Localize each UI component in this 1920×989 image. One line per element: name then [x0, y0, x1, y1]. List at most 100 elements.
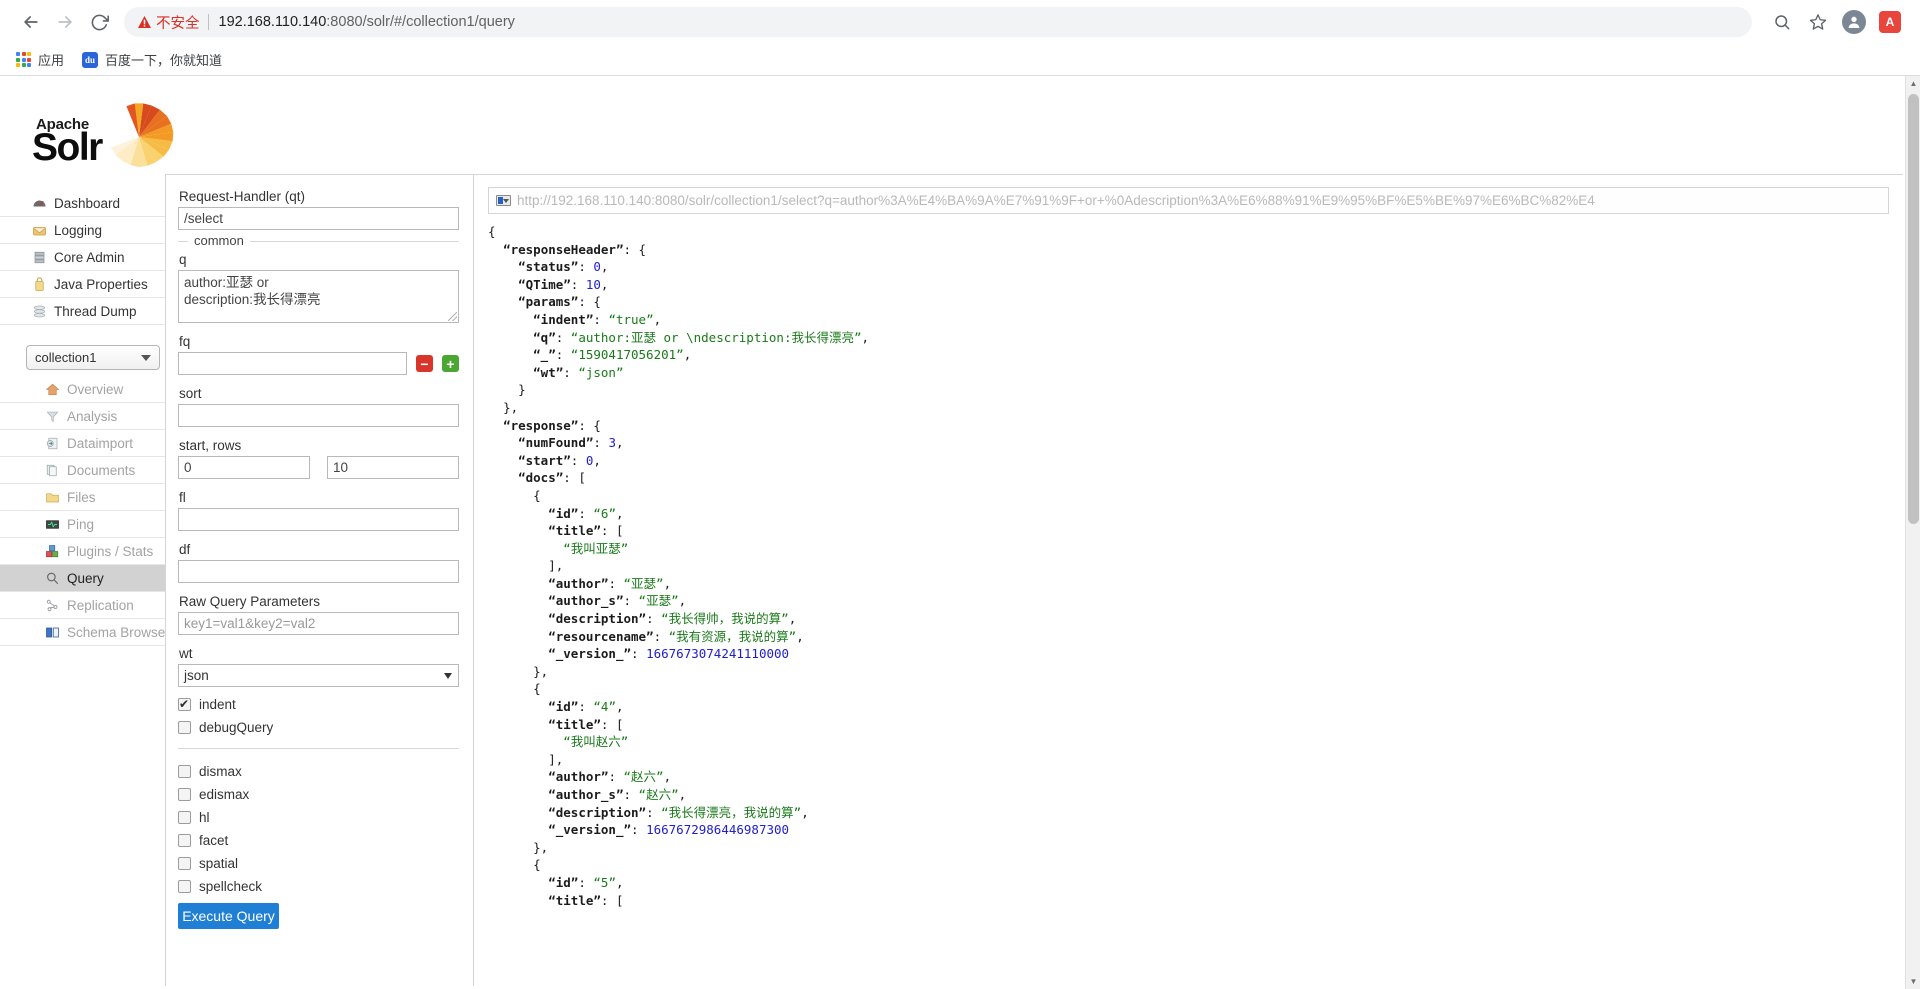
- fl-input[interactable]: [178, 508, 459, 531]
- reload-button[interactable]: [82, 5, 116, 39]
- address-bar-url: 192.168.110.140:8080/solr/#/collection1/…: [219, 14, 515, 30]
- sort-input[interactable]: [178, 404, 459, 427]
- fq-row: − +: [178, 352, 459, 375]
- sidebar-item-label: Java Properties: [54, 276, 148, 292]
- profile-button[interactable]: [1838, 6, 1870, 38]
- raw-query-parameters-label: Raw Query Parameters: [179, 594, 321, 609]
- json-response-output: { “responseHeader”: { “status”: 0, “QTim…: [488, 224, 870, 908]
- extension-badge: A: [1879, 11, 1901, 33]
- core-selector-value: collection1: [35, 350, 97, 365]
- scroll-down-icon[interactable]: ▼: [1906, 974, 1920, 989]
- address-bar[interactable]: 不安全 192.168.110.140:8080/solr/#/collecti…: [124, 7, 1752, 37]
- wt-select-value: json: [184, 668, 209, 683]
- solr-logo-wordmark: Solr: [32, 126, 103, 169]
- sidebar-item-label: Thread Dump: [54, 303, 137, 319]
- execute-query-button[interactable]: Execute Query: [178, 903, 279, 929]
- sidebar-item-label: Files: [67, 489, 96, 505]
- request-handler-input[interactable]: /select: [178, 207, 459, 230]
- scroll-up-icon[interactable]: ▲: [1906, 76, 1920, 91]
- facet-checkbox-row[interactable]: facet: [178, 832, 459, 848]
- extension-badge-button[interactable]: A: [1874, 6, 1906, 38]
- facet-checkbox[interactable]: [178, 833, 191, 847]
- url-path: :8080/solr/#/collection1/query: [326, 14, 515, 30]
- sidebar-item-label: Overview: [67, 381, 124, 397]
- spatial-label: spatial: [199, 855, 239, 871]
- df-input[interactable]: [178, 560, 459, 583]
- home-icon: [44, 381, 60, 397]
- search-icon[interactable]: [1766, 6, 1798, 38]
- sidebar-item-label: Documents: [67, 462, 136, 478]
- fq-remove-button[interactable]: −: [416, 355, 433, 372]
- star-icon[interactable]: [1802, 6, 1834, 38]
- spellcheck-checkbox[interactable]: [178, 879, 191, 893]
- dataimport-icon: [44, 435, 60, 451]
- common-fieldset: common: [178, 233, 459, 248]
- sidebar-item-label: Ping: [67, 516, 95, 532]
- resize-grip-icon[interactable]: [448, 312, 457, 321]
- book-icon: [44, 624, 60, 640]
- url-host: 192.168.110.140: [218, 14, 327, 30]
- documents-icon: [44, 462, 60, 478]
- start-rows-row: 0 10: [178, 456, 459, 479]
- spatial-checkbox-row[interactable]: spatial: [178, 855, 459, 871]
- indent-checkbox-row[interactable]: indent: [178, 696, 459, 712]
- dismax-checkbox[interactable]: [178, 764, 191, 778]
- q-label: q: [179, 252, 187, 267]
- back-button[interactable]: [14, 5, 48, 39]
- bookmark-baidu[interactable]: du 百度一下，你就知道: [82, 50, 222, 69]
- avatar: [1842, 10, 1866, 34]
- hl-checkbox[interactable]: [178, 810, 191, 824]
- result-url-bar[interactable]: http://192.168.110.140:8080/solr/collect…: [488, 187, 1889, 214]
- browser-toolbar: 不安全 192.168.110.140:8080/solr/#/collecti…: [0, 0, 1920, 44]
- replication-icon: [44, 597, 60, 613]
- omnibox-divider: [207, 14, 209, 30]
- dashboard-icon: [31, 195, 47, 211]
- edismax-checkbox[interactable]: [178, 787, 191, 801]
- bookmark-apps-label: 应用: [38, 53, 65, 68]
- logging-icon: [31, 222, 47, 238]
- core-selector[interactable]: collection1: [26, 345, 160, 370]
- debugquery-checkbox[interactable]: [178, 720, 191, 734]
- solr-logo[interactable]: Apache Solr: [22, 98, 182, 176]
- bookmarks-bar: 应用 du 百度一下，你就知道: [0, 44, 1920, 76]
- start-rows-label: start, rows: [179, 438, 242, 453]
- fl-label: fl: [179, 490, 186, 505]
- fq-input[interactable]: [178, 352, 407, 375]
- sidebar-item-label: Dashboard: [54, 195, 121, 211]
- scrollbar-thumb[interactable]: [1908, 94, 1919, 524]
- ping-icon: [44, 516, 60, 532]
- hl-checkbox-row[interactable]: hl: [178, 809, 459, 825]
- spellcheck-checkbox-row[interactable]: spellcheck: [178, 878, 459, 894]
- wt-label: wt: [179, 646, 193, 661]
- apps-grid-icon: [16, 52, 31, 67]
- solr-admin-page: Apache Solr Dashboard Logging Core Admin…: [0, 76, 1920, 989]
- start-input[interactable]: 0: [178, 456, 310, 479]
- edismax-checkbox-row[interactable]: edismax: [178, 786, 459, 802]
- facet-label: facet: [199, 832, 229, 848]
- q-textarea[interactable]: author:亚瑟 or description:我长得漂亮: [178, 270, 459, 323]
- solr-sunburst-icon: [111, 103, 174, 168]
- page-scrollbar[interactable]: ▲ ▼: [1905, 76, 1920, 989]
- debugquery-checkbox-row[interactable]: debugQuery: [178, 719, 459, 735]
- forward-button[interactable]: [48, 5, 82, 39]
- bookmark-apps[interactable]: 应用: [16, 50, 64, 69]
- fq-label: fq: [179, 334, 191, 349]
- sort-label: sort: [179, 386, 202, 401]
- rows-input[interactable]: 10: [327, 456, 459, 479]
- dismax-checkbox-row[interactable]: dismax: [178, 763, 459, 779]
- sidebar-item-label: Dataimport: [67, 435, 134, 451]
- hl-label: hl: [199, 809, 210, 825]
- sidebar-item-label: Logging: [54, 222, 103, 238]
- indent-checkbox[interactable]: [178, 696, 191, 712]
- debugquery-label: debugQuery: [199, 719, 274, 735]
- folder-icon: [44, 489, 60, 505]
- fq-add-button[interactable]: +: [442, 355, 459, 372]
- baidu-icon: du: [82, 51, 99, 68]
- thread-dump-icon: [31, 303, 47, 319]
- query-form-panel: Request-Handler (qt) /select common q au…: [165, 174, 473, 986]
- spatial-checkbox[interactable]: [178, 856, 191, 870]
- wt-select[interactable]: json: [178, 664, 459, 687]
- raw-query-parameters-input[interactable]: key1=val1&key2=val2: [178, 612, 459, 635]
- form-divider: [178, 748, 459, 749]
- sidebar-item-label: Query: [67, 570, 104, 586]
